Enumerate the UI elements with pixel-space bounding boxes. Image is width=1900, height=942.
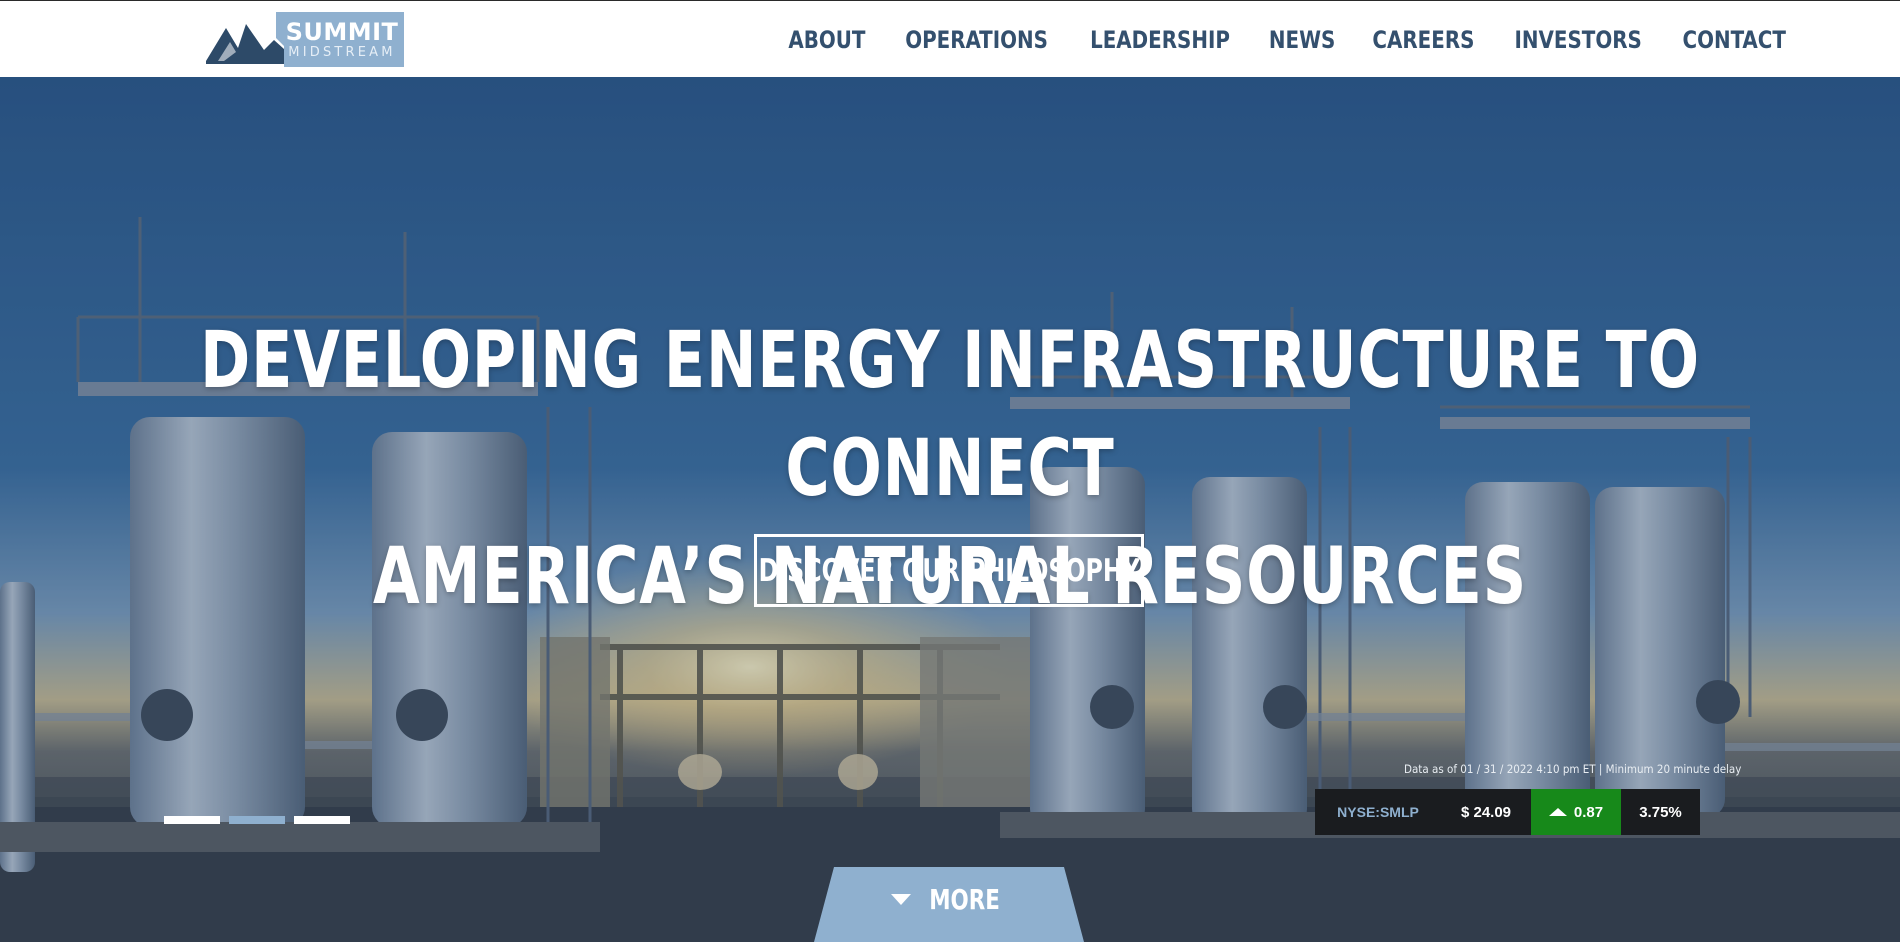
nav-contact[interactable]: CONTACT xyxy=(1682,26,1785,54)
more-label: MORE xyxy=(929,882,1001,916)
nav-news[interactable]: NEWS xyxy=(1269,26,1335,54)
stock-symbol: NYSE:SMLP xyxy=(1337,804,1419,820)
logo-name: SUMMIT xyxy=(285,17,399,46)
slide-indicator-3[interactable] xyxy=(294,816,350,824)
logo-subtitle: MIDSTREAM xyxy=(288,44,396,60)
hero-section: DEVELOPING ENERGY INFRASTRUCTURE TO CONN… xyxy=(0,77,1900,942)
main-nav: ABOUT OPERATIONS LEADERSHIP NEWS CAREERS… xyxy=(785,1,1790,78)
slide-indicator-2[interactable] xyxy=(229,816,285,824)
more-button[interactable]: MORE xyxy=(814,867,1084,942)
nav-about[interactable]: ABOUT xyxy=(789,26,866,54)
stock-ticker[interactable]: NYSE:SMLP $ 24.09 0.87 3.75% xyxy=(1315,789,1700,835)
stock-price: $ 24.09 xyxy=(1460,803,1512,821)
logo-wordmark: SUMMIT MIDSTREAM xyxy=(284,16,400,63)
more-content: MORE xyxy=(814,867,1084,931)
nav-operations[interactable]: OPERATIONS xyxy=(905,26,1048,54)
nav-careers[interactable]: CAREERS xyxy=(1373,26,1475,54)
slide-indicator-1[interactable] xyxy=(164,816,220,824)
caret-down-icon xyxy=(891,893,912,905)
hero-headline-line1: DEVELOPING ENERGY INFRASTRUCTURE TO CONN… xyxy=(200,316,1700,514)
nav-leadership[interactable]: LEADERSHIP xyxy=(1090,26,1230,54)
summit-midstream-logo[interactable]: SUMMIT MIDSTREAM xyxy=(204,12,404,67)
discover-philosophy-label: DISCOVER OUR PHILOSOPHY xyxy=(758,552,1140,589)
nav-investors[interactable]: INVESTORS xyxy=(1515,26,1642,54)
arrow-up-icon xyxy=(1548,808,1567,816)
site-header: SUMMIT MIDSTREAM ABOUT OPERATIONS LEADER… xyxy=(0,0,1900,77)
stock-change-value: 0.87 xyxy=(1573,803,1604,821)
stock-data-note: Data as of 01 / 31 / 2022 4:10 pm ET | M… xyxy=(1404,762,1742,776)
stock-change: 0.87 xyxy=(1531,789,1621,835)
discover-philosophy-button[interactable]: DISCOVER OUR PHILOSOPHY xyxy=(754,534,1144,607)
stock-percent-change: 3.75% xyxy=(1639,803,1682,821)
slider-indicators xyxy=(164,816,350,824)
